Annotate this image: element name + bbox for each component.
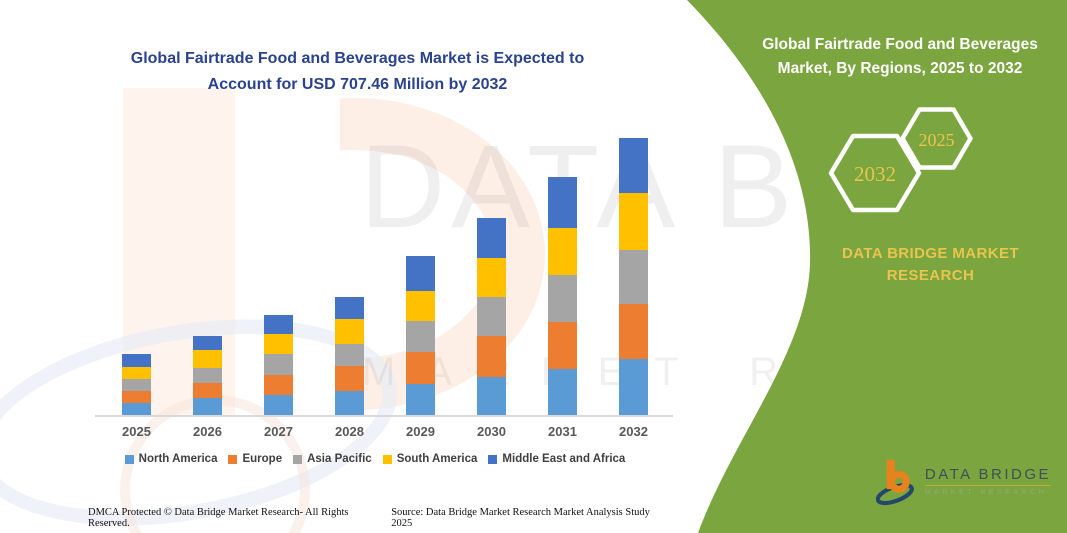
legend-item-asia-pacific: Asia Pacific xyxy=(293,453,372,465)
legend-item-north-america: North America xyxy=(125,453,218,465)
footer-source-text: Source: Data Bridge Market Research Mark… xyxy=(391,507,672,529)
legend-label: Asia Pacific xyxy=(307,453,372,465)
legend-swatch xyxy=(293,455,302,464)
x-axis-label: 2025 xyxy=(101,424,173,439)
footer-dmca-text: DMCA Protected © Data Bridge Market Rese… xyxy=(88,507,391,529)
legend-swatch xyxy=(125,455,134,464)
legend-swatch xyxy=(488,455,497,464)
x-axis-label: 2026 xyxy=(172,424,244,439)
legend-swatch xyxy=(383,455,392,464)
x-axis-label: 2031 xyxy=(527,424,599,439)
logo-name: DATA BRIDGE xyxy=(925,466,1051,483)
logo-underline xyxy=(925,485,1051,486)
legend-item-europe: Europe xyxy=(228,453,282,465)
legend-label: North America xyxy=(139,453,218,465)
legend-label: South America xyxy=(397,453,478,465)
databridge-logo: DATA BRIDGE MARKET RESEARCH xyxy=(876,453,1051,509)
databridge-logo-text: DATA BRIDGE MARKET RESEARCH xyxy=(925,466,1051,496)
legend-label: Europe xyxy=(242,453,282,465)
x-axis-label: 2029 xyxy=(385,424,457,439)
x-axis-label: 2032 xyxy=(598,424,670,439)
x-axis-label: 2030 xyxy=(456,424,528,439)
legend-swatch xyxy=(228,455,237,464)
x-axis-label: 2027 xyxy=(243,424,315,439)
footer: DMCA Protected © Data Bridge Market Rese… xyxy=(88,507,672,529)
logo-subtitle: MARKET RESEARCH xyxy=(925,489,1051,496)
legend-item-middle-east-and-africa: Middle East and Africa xyxy=(488,453,625,465)
legend-item-south-america: South America xyxy=(383,453,478,465)
databridge-logo-icon xyxy=(876,453,917,509)
x-axis-label: 2028 xyxy=(314,424,386,439)
legend: North America Europe Asia Pacific South Ame… xyxy=(60,453,690,465)
legend-label: Middle East and Africa xyxy=(502,453,625,465)
infographic-canvas: DATA BRIDGE MARKET RESEARCH Global Fairt… xyxy=(0,0,1067,533)
